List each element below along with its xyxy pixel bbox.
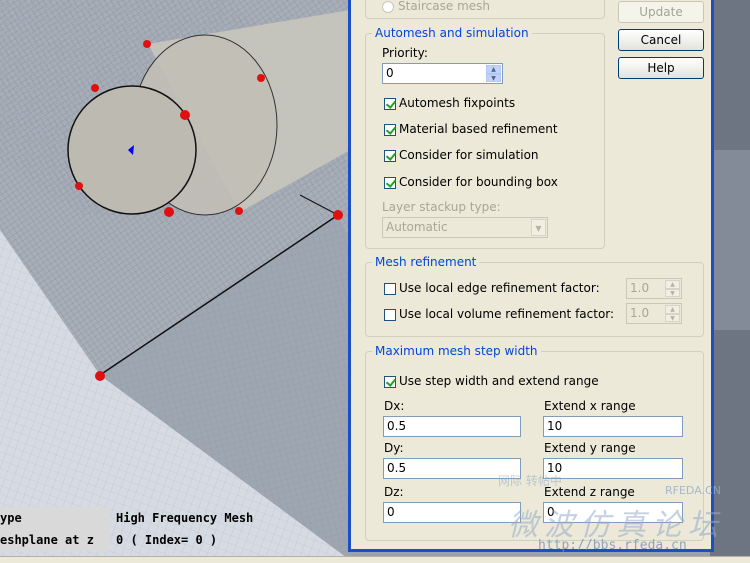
mesh-type-group: Staircase mesh: [365, 0, 605, 19]
extend-z-label: Extend z range: [544, 485, 635, 499]
priority-value: 0: [386, 66, 394, 80]
volume-refinement-checkbox[interactable]: [384, 309, 396, 321]
automesh-group: Automesh and simulation Priority: 0 ▲ ▼ A…: [365, 26, 605, 249]
volume-refinement-label: Use local volume refinement factor:: [399, 307, 615, 321]
spin-down-icon[interactable]: ▼: [665, 288, 680, 297]
update-button[interactable]: Update: [618, 1, 704, 23]
mesh-point[interactable]: [180, 110, 190, 120]
mesh-point[interactable]: [95, 371, 105, 381]
type-label: ype: [0, 507, 110, 529]
staircase-radio[interactable]: [382, 1, 394, 13]
extend-x-label: Extend x range: [544, 399, 636, 413]
mesh-refinement-group: Mesh refinement Use local edge refinemen…: [365, 255, 704, 337]
mesh-view[interactable]: [0, 0, 350, 562]
priority-label: Priority:: [382, 46, 428, 60]
volume-refinement-value: 1.0: [630, 306, 650, 320]
max-step-width-title: Maximum mesh step width: [372, 344, 541, 358]
extend-y-input[interactable]: 10: [543, 458, 683, 479]
spin-up-icon[interactable]: ▲: [665, 305, 680, 314]
extend-z-input[interactable]: 0: [543, 502, 683, 523]
edge-refinement-spinbox[interactable]: 1.0 ▲ ▼: [626, 278, 682, 299]
background-band: [710, 150, 750, 330]
automesh-title: Automesh and simulation: [372, 26, 532, 40]
material-refinement-label: Material based refinement: [399, 122, 558, 136]
spin-up-icon[interactable]: ▲: [665, 280, 680, 289]
cancel-button[interactable]: Cancel: [618, 29, 704, 51]
automesh-fixpoints-checkbox[interactable]: [384, 98, 396, 110]
spin-down-icon[interactable]: ▼: [665, 313, 680, 322]
layer-stackup-value: Automatic: [386, 220, 448, 234]
dy-label: Dy:: [384, 441, 404, 455]
automesh-fixpoints-label: Automesh fixpoints: [399, 96, 516, 110]
dz-label: Dz:: [384, 485, 404, 499]
chevron-down-icon: ▼: [531, 219, 546, 236]
layer-stackup-select[interactable]: Automatic ▼: [382, 217, 548, 238]
dropdown-button[interactable]: ▼: [531, 219, 546, 236]
mesh-point[interactable]: [91, 84, 99, 92]
dx-input[interactable]: 0.5: [383, 416, 521, 437]
spin-up-icon[interactable]: ▲: [486, 65, 501, 74]
dz-input[interactable]: 0: [383, 502, 521, 523]
extend-x-input[interactable]: 10: [543, 416, 683, 437]
dx-label: Dx:: [384, 399, 405, 413]
mesh-point[interactable]: [164, 207, 174, 217]
mesh-properties-dialog: Staircase mesh Update Cancel Help Autome…: [348, 0, 714, 552]
staircase-label: Staircase mesh: [398, 0, 491, 13]
mesh-point[interactable]: [235, 207, 243, 215]
edge-refinement-checkbox[interactable]: [384, 283, 396, 295]
consider-bounding-checkbox[interactable]: [384, 177, 396, 189]
priority-spinner[interactable]: ▲ ▼: [486, 65, 501, 82]
consider-simulation-checkbox[interactable]: [384, 150, 396, 162]
volume-refinement-spinbox[interactable]: 1.0 ▲ ▼: [626, 303, 682, 324]
consider-bounding-label: Consider for bounding box: [399, 175, 558, 189]
background-panel: [710, 0, 750, 562]
max-step-width-group: Maximum mesh step width Use step width a…: [365, 344, 704, 541]
mesh-point[interactable]: [257, 74, 265, 82]
mesh-point[interactable]: [75, 182, 83, 190]
edge-refinement-label: Use local edge refinement factor:: [399, 281, 600, 295]
layer-stackup-label: Layer stackup type:: [382, 200, 501, 214]
mesh-refinement-title: Mesh refinement: [372, 255, 480, 269]
dy-input[interactable]: 0.5: [383, 458, 521, 479]
help-button[interactable]: Help: [618, 57, 704, 79]
3d-viewport[interactable]: ype High Frequency Mesh eshplane at z 0 …: [0, 0, 350, 562]
mesh-point[interactable]: [143, 40, 151, 48]
plane-label: eshplane at z: [0, 529, 110, 551]
priority-spinbox[interactable]: 0 ▲ ▼: [382, 63, 503, 84]
plane-value: 0 ( Index= 0 ): [116, 533, 218, 547]
material-refinement-checkbox[interactable]: [384, 124, 396, 136]
spin-down-icon[interactable]: ▼: [486, 73, 501, 82]
volume-refinement-spinner[interactable]: ▲ ▼: [665, 305, 680, 322]
edge-refinement-value: 1.0: [630, 281, 650, 295]
consider-simulation-label: Consider for simulation: [399, 148, 539, 162]
edge-refinement-spinner[interactable]: ▲ ▼: [665, 280, 680, 297]
mesh-point[interactable]: [333, 210, 343, 220]
use-step-width-label: Use step width and extend range: [399, 374, 599, 388]
viewport-info: ype High Frequency Mesh eshplane at z 0 …: [0, 507, 350, 557]
extend-y-label: Extend y range: [544, 441, 636, 455]
type-value: High Frequency Mesh: [116, 511, 254, 525]
use-step-width-checkbox[interactable]: [384, 376, 396, 388]
